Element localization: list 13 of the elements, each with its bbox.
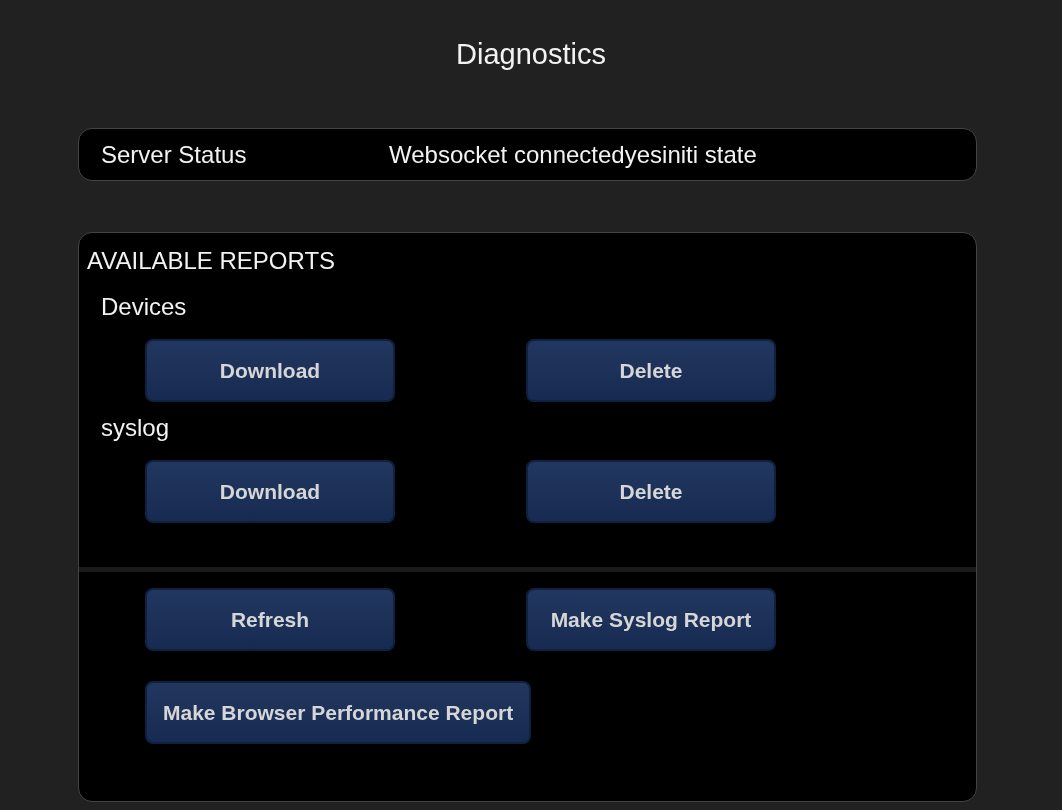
- report-button[interactable]: Delete: [526, 460, 776, 523]
- report-button[interactable]: Download: [145, 339, 395, 402]
- action-button[interactable]: Refresh: [145, 588, 395, 651]
- reports-heading: AVAILABLE REPORTS: [86, 247, 337, 276]
- status-value: Websocket connectedyesiniti state: [389, 140, 757, 169]
- page-title: Diagnostics: [455, 37, 607, 72]
- report-button[interactable]: Delete: [526, 339, 776, 402]
- report-name: Devices: [100, 293, 188, 322]
- action-button[interactable]: Make Syslog Report: [526, 588, 776, 651]
- report-name: syslog: [100, 414, 171, 443]
- action-button[interactable]: Make Browser Performance Report: [145, 681, 532, 744]
- report-button[interactable]: Download: [145, 460, 395, 523]
- status-label: Server Status: [101, 140, 248, 169]
